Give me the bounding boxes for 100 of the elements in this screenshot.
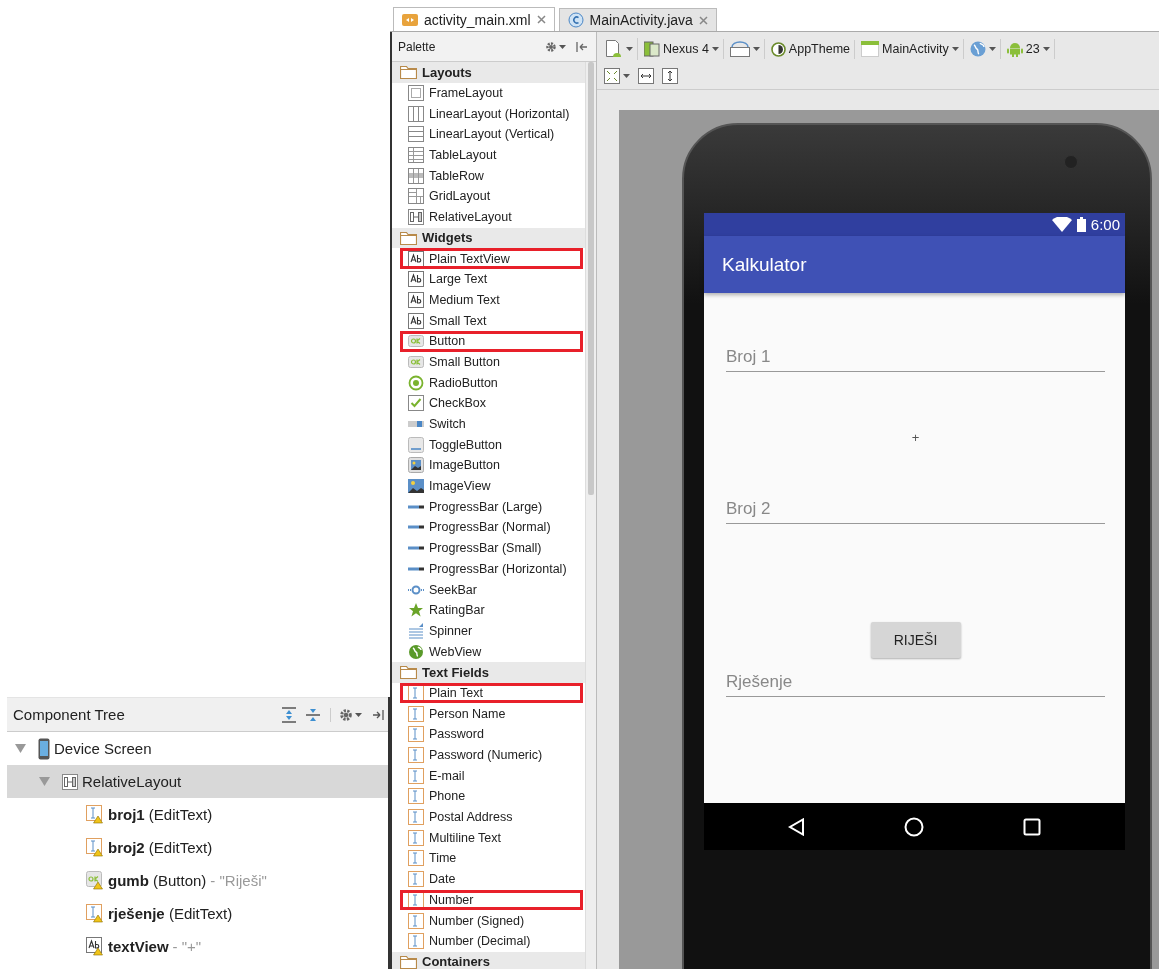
text-field[interactable]: Broj 2 bbox=[726, 495, 1105, 524]
phone-icon bbox=[38, 737, 50, 760]
tree-item[interactable]: textView - "+" bbox=[7, 930, 388, 963]
tree-item[interactable]: RelativeLayout bbox=[7, 765, 388, 798]
palette-item[interactable]: Date bbox=[392, 868, 585, 890]
toolbar-button[interactable]: MainActivity bbox=[857, 39, 964, 59]
palette-category[interactable]: Layouts bbox=[392, 62, 585, 83]
palette-item[interactable]: LinearLayout (Horizontal) bbox=[392, 103, 585, 125]
tree-item[interactable]: broj2 (EditText) bbox=[7, 831, 388, 864]
text-field-icon bbox=[408, 705, 424, 722]
tree-item[interactable]: Device Screen bbox=[7, 732, 388, 765]
palette-item[interactable]: CheckBox bbox=[392, 393, 585, 414]
panel-title: Component Tree bbox=[13, 706, 125, 723]
relative-layout-icon bbox=[62, 773, 78, 790]
tree-item[interactable]: rješenje (EditText) bbox=[7, 897, 388, 930]
palette-item[interactable]: Large Text bbox=[392, 268, 585, 290]
settings-button[interactable] bbox=[545, 40, 566, 53]
palette-item[interactable]: ProgressBar (Large) bbox=[392, 496, 585, 518]
palette-item[interactable]: Time bbox=[392, 848, 585, 869]
palette-item[interactable]: Password (Numeric) bbox=[392, 744, 585, 766]
palette-item[interactable]: Medium Text bbox=[392, 289, 585, 311]
progress-bar-icon bbox=[408, 525, 424, 530]
palette-item[interactable]: Number (Signed) bbox=[392, 910, 585, 931]
palette-item[interactable]: TableLayout bbox=[392, 144, 585, 166]
home-icon bbox=[904, 816, 925, 837]
caret-icon bbox=[355, 712, 362, 717]
palette-item[interactable]: Person Name bbox=[392, 703, 585, 724]
solve-button[interactable]: RIJEŠI bbox=[870, 622, 961, 658]
palette-item[interactable]: ProgressBar (Horizontal) bbox=[392, 558, 585, 580]
toolbar-button[interactable]: Nexus 4 bbox=[640, 39, 724, 59]
text-field[interactable]: Broj 1 bbox=[726, 343, 1105, 372]
palette-item[interactable]: FrameLayout bbox=[392, 82, 585, 104]
text-field-icon bbox=[408, 850, 424, 867]
palette-item[interactable]: ProgressBar (Normal) bbox=[392, 517, 585, 538]
palette-item[interactable]: Small Text bbox=[392, 310, 585, 331]
palette-item[interactable]: Plain TextView bbox=[400, 248, 583, 269]
text-field-icon bbox=[408, 809, 424, 826]
hide-panel-icon bbox=[372, 708, 384, 721]
caret-icon bbox=[1042, 47, 1050, 51]
rows-icon bbox=[408, 126, 424, 143]
globe-icon bbox=[969, 41, 986, 57]
text-field[interactable]: Rješenje bbox=[726, 668, 1105, 697]
palette-category[interactable]: Text Fields bbox=[392, 661, 585, 683]
palette-item[interactable]: E-mail bbox=[392, 765, 585, 787]
collapse-arrow-icon bbox=[39, 777, 50, 786]
palette-item[interactable]: Switch bbox=[392, 413, 585, 435]
palette-item[interactable]: ImageButton bbox=[392, 455, 585, 476]
battery-icon bbox=[1076, 217, 1086, 232]
text-view-icon bbox=[408, 271, 424, 288]
window-icon bbox=[861, 41, 879, 57]
tree-item[interactable]: gumb (Button) - "Riješi" bbox=[7, 864, 388, 897]
text-field-icon bbox=[408, 747, 424, 764]
table-icon bbox=[408, 147, 424, 164]
palette-item[interactable]: TableRow bbox=[392, 165, 585, 187]
file-tab[interactable]: MainActivity.java bbox=[558, 8, 717, 31]
palette-item[interactable]: Spinner bbox=[392, 620, 585, 642]
palette-item[interactable]: Plain Text bbox=[400, 682, 583, 704]
palette-item[interactable]: GridLayout bbox=[392, 186, 585, 207]
text-field-icon bbox=[408, 684, 424, 701]
toolbar-button[interactable]: 23 bbox=[1002, 39, 1055, 59]
palette-item[interactable]: ImageView bbox=[392, 475, 585, 497]
folder-icon bbox=[400, 65, 417, 80]
toolbar-button[interactable] bbox=[635, 67, 657, 85]
palette-item[interactable]: Number bbox=[400, 889, 583, 911]
palette-item[interactable]: LinearLayout (Vertical) bbox=[392, 124, 585, 145]
palette-item[interactable]: RelativeLayout bbox=[392, 206, 585, 228]
toolbar-button[interactable] bbox=[659, 67, 681, 85]
grid-icon bbox=[408, 188, 424, 205]
caret-icon bbox=[988, 47, 996, 51]
palette-item[interactable]: Phone bbox=[392, 786, 585, 807]
folder-icon bbox=[400, 230, 417, 245]
palette-item[interactable]: RadioButton bbox=[392, 372, 585, 393]
scrollbar[interactable] bbox=[585, 62, 596, 969]
palette-item[interactable]: Password bbox=[392, 724, 585, 745]
palette-item[interactable]: Number (Decimal) bbox=[392, 930, 585, 952]
toolbar-button[interactable]: AppTheme bbox=[766, 39, 855, 59]
operator-label: + bbox=[911, 430, 920, 445]
palette-category[interactable]: Containers bbox=[392, 951, 585, 969]
tree-item[interactable]: broj1 (EditText) bbox=[7, 798, 388, 831]
palette-item[interactable]: Postal Address bbox=[392, 806, 585, 828]
palette-item[interactable]: Multiline Text bbox=[392, 827, 585, 849]
toolbar-button[interactable] bbox=[601, 67, 633, 85]
text-view-icon bbox=[408, 312, 424, 329]
settings-button[interactable] bbox=[330, 707, 362, 722]
folder-icon bbox=[400, 665, 417, 680]
image-button-icon bbox=[408, 457, 424, 474]
palette-item[interactable]: SeekBar bbox=[392, 579, 585, 600]
file-tab[interactable]: activity_main.xml bbox=[393, 7, 555, 31]
palette-item[interactable]: WebView bbox=[392, 641, 585, 662]
close-icon bbox=[536, 15, 546, 24]
palette-item[interactable]: ProgressBar (Small) bbox=[392, 537, 585, 559]
palette-item[interactable]: ToggleButton bbox=[392, 434, 585, 456]
palette-item[interactable]: Small Button bbox=[392, 351, 585, 373]
palette-item[interactable]: Button bbox=[400, 330, 583, 352]
palette-category[interactable]: Widgets bbox=[392, 227, 585, 249]
palette-item[interactable]: RatingBar bbox=[392, 599, 585, 621]
toggle-button-icon bbox=[408, 436, 424, 453]
text-view-icon bbox=[408, 250, 424, 267]
fit-height-icon bbox=[662, 68, 678, 84]
phones-icon bbox=[644, 41, 660, 57]
